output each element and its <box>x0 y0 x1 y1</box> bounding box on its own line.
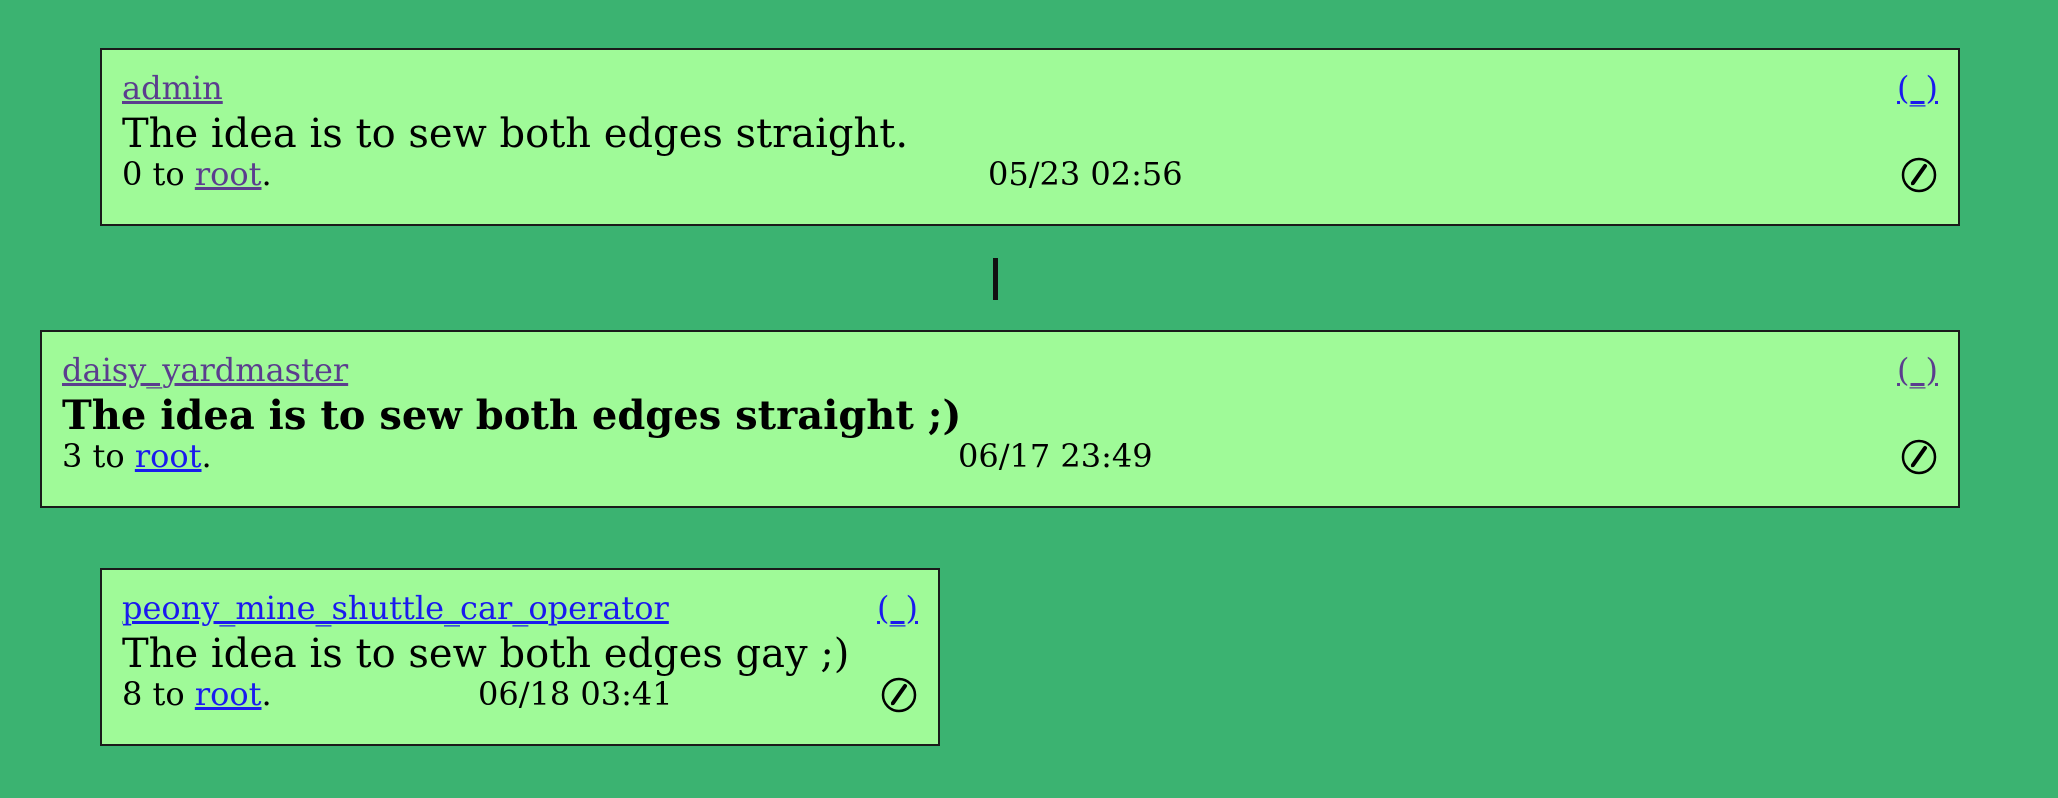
post-score: 0 <box>122 155 143 193</box>
edit-icon[interactable] <box>1900 438 1938 476</box>
parent-link[interactable]: root <box>195 155 262 193</box>
thread-connector <box>993 258 998 300</box>
post-card-daisy-yardmaster: daisy_yardmaster (_) The idea is to sew … <box>40 330 1960 508</box>
post-timestamp: 06/18 03:41 <box>478 675 673 713</box>
edit-icon[interactable] <box>1900 156 1938 194</box>
post-score: 8 <box>122 675 143 713</box>
post-message: The idea is to sew both edges straight ;… <box>62 392 962 439</box>
period: . <box>201 437 212 475</box>
post-card-peony-mine-shuttle-car-operator: peony_mine_shuttle_car_operator (_) The … <box>100 568 940 746</box>
post-message: The idea is to sew both edges gay ;) <box>122 631 850 677</box>
to-label: to <box>92 437 125 475</box>
post-timestamp: 05/23 02:56 <box>988 155 1183 193</box>
post-score-line: 3 to root. <box>62 436 212 476</box>
post-score-line: 8 to root. <box>122 674 272 714</box>
edit-icon[interactable] <box>880 676 918 714</box>
parent-link[interactable]: root <box>195 675 262 713</box>
period: . <box>261 155 272 193</box>
post-score: 3 <box>62 437 83 475</box>
post-card-admin: admin (_) The idea is to sew both edges … <box>100 48 1960 226</box>
username-link[interactable]: peony_mine_shuttle_car_operator <box>122 588 669 628</box>
username-link[interactable]: daisy_yardmaster <box>62 350 348 390</box>
collapse-link[interactable]: (_) <box>1897 350 1938 390</box>
post-message: The idea is to sew both edges straight. <box>122 111 909 157</box>
collapse-link[interactable]: (_) <box>877 588 918 628</box>
to-label: to <box>152 155 185 193</box>
username-link[interactable]: admin <box>122 68 223 108</box>
post-timestamp: 06/17 23:49 <box>958 437 1153 475</box>
to-label: to <box>152 675 185 713</box>
collapse-link[interactable]: (_) <box>1897 68 1938 108</box>
parent-link[interactable]: root <box>135 437 202 475</box>
post-score-line: 0 to root. <box>122 154 272 194</box>
period: . <box>261 675 272 713</box>
